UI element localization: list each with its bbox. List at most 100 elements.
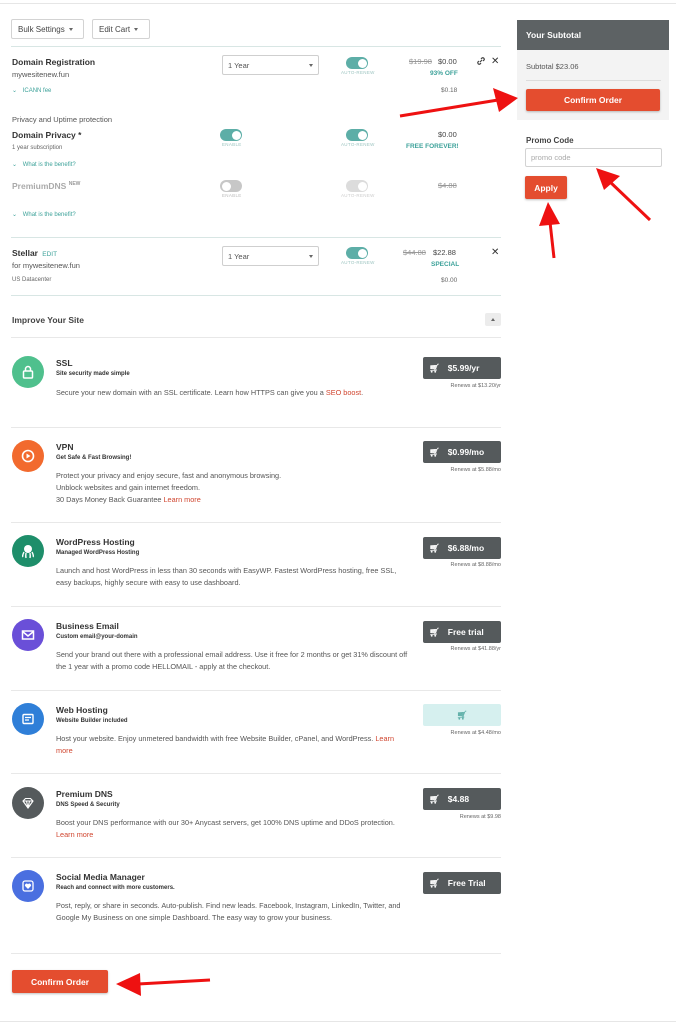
- enable-label: ENABLE: [222, 193, 242, 198]
- icann-toggle[interactable]: ⌄ ICANN fee: [12, 87, 51, 94]
- premiumdns-auto-renew-toggle[interactable]: [346, 180, 368, 192]
- button-label: $5.99/yr: [447, 363, 480, 373]
- product-description: Host your website. Enjoy unmetered bandw…: [56, 733, 411, 757]
- top-divider: [0, 3, 676, 4]
- divider: [11, 427, 501, 428]
- description-text: Secure your new domain with an SSL certi…: [56, 388, 326, 397]
- stellar-edit-link[interactable]: EDIT: [42, 251, 57, 258]
- divider: [11, 522, 501, 523]
- product-description: Launch and host WordPress in less than 3…: [56, 566, 397, 587]
- stellar-special: SPECIAL: [431, 261, 460, 268]
- privacy-auto-renew-toggle[interactable]: [346, 129, 368, 141]
- button-label: $6.88/mo: [447, 543, 485, 553]
- confirm-label: Confirm Order: [30, 976, 90, 987]
- chevron-down-icon: ⌄: [12, 162, 18, 168]
- domain-name: mywesitenew.fun: [12, 70, 70, 79]
- learn-more-link[interactable]: Learn more: [56, 830, 93, 839]
- product-name: Web Hosting: [56, 705, 108, 715]
- auto-renew-label: AUTO-RENEW: [341, 70, 375, 75]
- product-tagline: Reach and connect with more customers.: [56, 885, 175, 891]
- divider: [526, 80, 661, 81]
- chevron-down-icon: [309, 63, 313, 67]
- bulk-settings-label: Bulk Settings: [18, 24, 65, 34]
- add-web-hosting-button[interactable]: 🛒︎: [423, 704, 501, 726]
- privacy-benefit-link[interactable]: ⌄ What is the benefit?: [12, 161, 76, 168]
- annotation-arrow-icon: [116, 973, 211, 996]
- add-vpn-button[interactable]: 🛒︎ $0.99/mo: [423, 441, 501, 463]
- domain-term-value: 1 Year: [228, 60, 250, 70]
- chevron-down-icon: [309, 254, 313, 258]
- learn-more-link[interactable]: Learn more: [163, 495, 200, 504]
- link-icon[interactable]: [476, 56, 486, 68]
- social-free-trial-button[interactable]: 🛒︎ Free Trial: [423, 872, 501, 894]
- email-free-trial-button[interactable]: 🛒︎ Free trial: [423, 621, 501, 643]
- ssl-lock-icon: [12, 356, 44, 388]
- remove-domain-icon[interactable]: ✕: [491, 57, 499, 67]
- product-name: Social Media Manager: [56, 872, 145, 882]
- new-badge: NEW: [68, 181, 81, 188]
- promo-placeholder: promo code: [531, 153, 571, 162]
- stellar-term-select[interactable]: 1 Year: [222, 246, 319, 266]
- description-text: Boost your DNS performance with our 30+ …: [56, 818, 395, 827]
- premiumdns-benefit-link[interactable]: ⌄ What is the benefit?: [12, 211, 76, 218]
- apply-button[interactable]: Apply: [525, 176, 567, 199]
- edit-cart-dropdown[interactable]: Edit Cart: [92, 19, 150, 39]
- domain-price: $0.00: [438, 57, 457, 66]
- icann-label: ICANN fee: [22, 88, 52, 94]
- auto-renew-label: AUTO-RENEW: [341, 193, 375, 198]
- wordpress-octopus-icon: [12, 535, 44, 567]
- stellar-term-value: 1 Year: [228, 251, 250, 261]
- stellar-auto-renew-toggle[interactable]: [346, 247, 368, 259]
- renew-note: Renews at $13.20/yr: [450, 383, 501, 389]
- button-label: Free Trial: [447, 878, 486, 888]
- add-wordpress-button[interactable]: 🛒︎ $6.88/mo: [423, 537, 501, 559]
- domain-registration-title: Domain Registration: [12, 57, 96, 67]
- privacy-enable-toggle[interactable]: [220, 129, 242, 141]
- divider: [11, 606, 501, 607]
- product-name: WordPress Hosting: [56, 537, 135, 547]
- stellar-old-price: $44.88: [403, 248, 426, 257]
- divider: [11, 237, 501, 238]
- diamond-icon: [12, 787, 44, 819]
- remove-stellar-icon[interactable]: ✕: [491, 248, 499, 258]
- domain-term-select[interactable]: 1 Year: [222, 55, 319, 75]
- confirm-order-button-bottom[interactable]: Confirm Order: [12, 970, 108, 993]
- premiumdns-title-text: PremiumDNS: [12, 181, 67, 191]
- cart-icon: 🛒︎: [456, 709, 468, 720]
- product-tagline: Managed WordPress Hosting: [56, 550, 140, 556]
- divider: [11, 953, 501, 954]
- divider: [11, 857, 501, 858]
- privacy-promo: FREE FOREVER!: [406, 143, 459, 150]
- premiumdns-enable-toggle[interactable]: [220, 180, 242, 192]
- seo-boost-link[interactable]: SEO boost: [326, 388, 361, 397]
- confirm-label: Confirm Order: [563, 95, 623, 105]
- product-name: SSL: [56, 358, 73, 368]
- promo-code-input[interactable]: promo code: [525, 148, 662, 167]
- cart-icon: 🛒︎: [429, 542, 440, 553]
- product-name: Business Email: [56, 621, 119, 631]
- product-description: Boost your DNS performance with our 30+ …: [56, 817, 411, 841]
- product-tagline: Get Safe & Fast Browsing!: [56, 455, 132, 461]
- divider: [11, 337, 501, 338]
- bulk-settings-dropdown[interactable]: Bulk Settings: [11, 19, 84, 39]
- add-ssl-button[interactable]: 🛒︎ $5.99/yr: [423, 357, 501, 379]
- renew-note: Renews at $8.88/mo: [450, 562, 501, 568]
- description-text: Host your website. Enjoy unmetered bandw…: [56, 734, 376, 743]
- renew-note: Renews at $9.98: [459, 814, 501, 820]
- domain-auto-renew-toggle[interactable]: [346, 57, 368, 69]
- stellar-title: Stellar EDIT: [12, 248, 57, 258]
- add-premium-dns-button[interactable]: 🛒︎ $4.88: [423, 788, 501, 810]
- cart-icon: 🛒︎: [429, 626, 440, 637]
- collapse-button[interactable]: [485, 313, 501, 326]
- privacy-section-title: Privacy and Uptime protection: [12, 115, 113, 124]
- cart-icon: 🛒︎: [429, 362, 440, 373]
- divider: [11, 295, 501, 296]
- cart-icon: 🛒︎: [429, 877, 440, 888]
- confirm-order-button[interactable]: Confirm Order: [526, 89, 660, 111]
- divider: [11, 46, 501, 47]
- divider: [11, 690, 501, 691]
- annotation-arrow-icon: [596, 168, 652, 222]
- email-envelope-icon: [12, 619, 44, 651]
- renew-note: Renews at $41.88/yr: [450, 646, 501, 652]
- stellar-price: $22.88: [433, 248, 456, 257]
